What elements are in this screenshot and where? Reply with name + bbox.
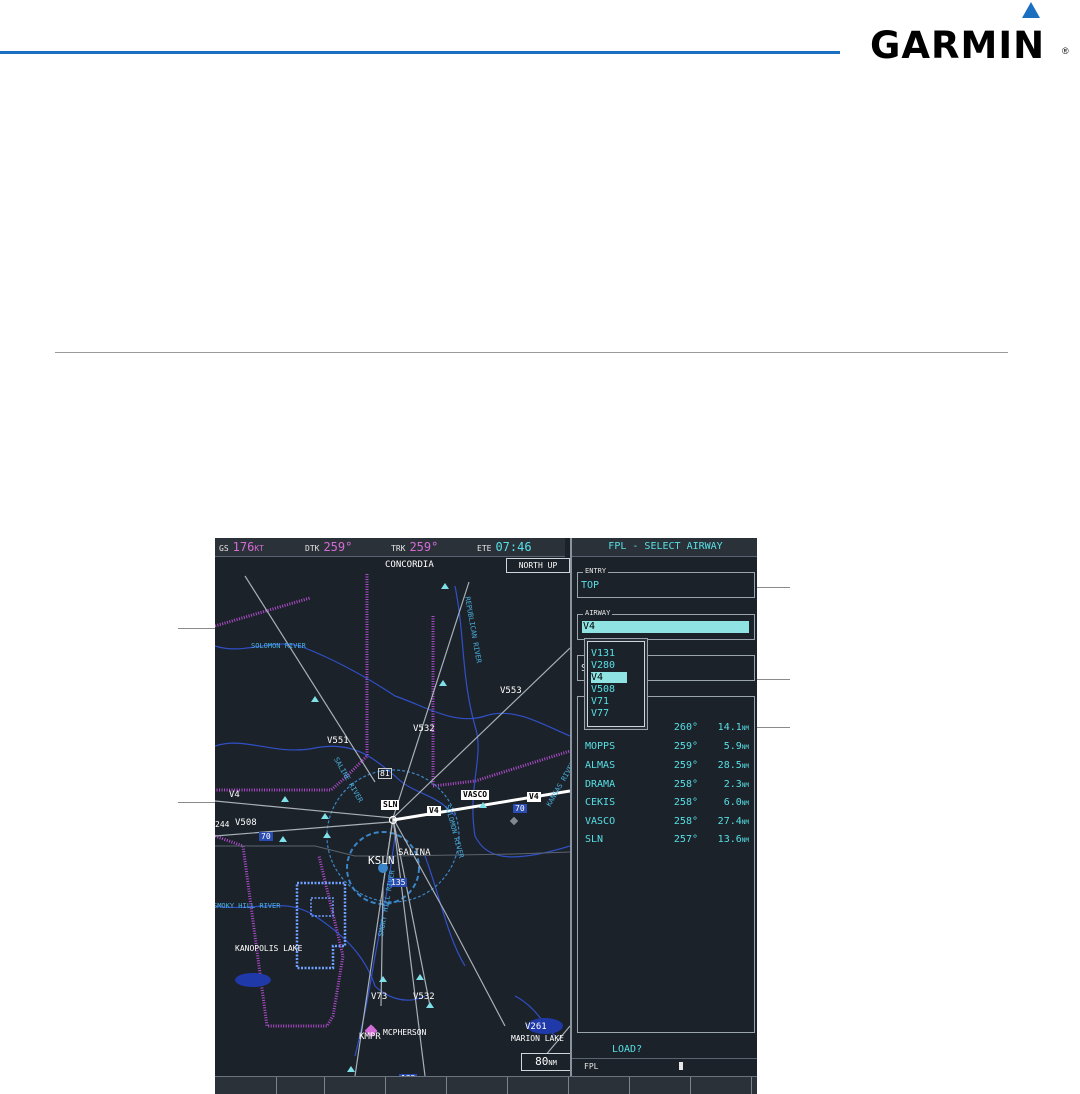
desired-track-field: DTK 259° (305, 540, 353, 554)
logo-triangle-icon (1022, 2, 1040, 18)
label-ksln: KSLN (368, 854, 395, 867)
desired-track-value: 259° (323, 540, 353, 554)
airway-option-selected[interactable]: V4 (591, 672, 627, 683)
softkey-8[interactable] (629, 1077, 691, 1094)
softkey-5[interactable] (446, 1077, 508, 1094)
waypoint-row-first[interactable]: 260° 14.1NM (585, 722, 755, 738)
label-sln: SLN (381, 800, 400, 810)
table-row[interactable]: MOPPS 259° 5.9NM (585, 741, 755, 757)
softkey-4[interactable] (385, 1077, 447, 1094)
map-graphics (215, 574, 570, 1076)
fpl-footer: FPL (572, 1058, 757, 1075)
ground-speed-field: GS 176KT (219, 540, 264, 554)
load-prompt[interactable]: LOAD? (612, 1044, 642, 1055)
label-244: 244 (215, 820, 230, 829)
label-v508: V508 (235, 818, 257, 828)
label-v532-top: V532 (413, 724, 435, 734)
navigation-map[interactable]: NORTH UP CONCORDIA V553 V551 V532 V4 244… (215, 556, 577, 1083)
airway-option[interactable]: V77 (591, 708, 627, 719)
ete-value: 07:46 (495, 540, 532, 554)
table-row[interactable]: CEKIS 258° 6.0NM (585, 797, 755, 813)
map-range-indicator[interactable]: 80NM (521, 1053, 571, 1071)
label-mcpherson: MCPHERSON (383, 1028, 427, 1037)
airway-lines (215, 575, 570, 1076)
label-vasco: VASCO (461, 790, 490, 800)
label-solomon-river: SOLOMON RIVER (251, 642, 306, 650)
label-smoky-hill-river-left: SMOKY HILL RIVER (215, 902, 281, 910)
mfd-screen: GS 176KT DTK 259° TRK 259° ETE 07:46 NOR… (215, 538, 757, 1094)
table-row[interactable]: VASCO 258° 27.4NM (585, 816, 755, 832)
label-kanopolis-lake: KANOPOLIS LAKE (235, 944, 303, 953)
label-salina: SALINA (398, 848, 431, 858)
header-rule (0, 51, 840, 54)
label-concordia: CONCORDIA (385, 560, 434, 570)
fpl-footer-label: FPL (584, 1062, 599, 1071)
table-row[interactable]: DRAMA 258° 2.3NM (585, 779, 755, 795)
brand-text: GARMIN (870, 24, 1046, 67)
map-orientation-label[interactable]: NORTH UP (506, 558, 570, 573)
label-v73: V73 (371, 992, 388, 1002)
entry-group: ENTRY TOP (577, 567, 755, 598)
softkey-2[interactable] (263, 1077, 325, 1094)
airway-field[interactable]: V4 (582, 621, 749, 633)
scroll-indicator (679, 1062, 683, 1070)
airway-option[interactable]: V508 (591, 684, 627, 695)
table-row[interactable]: SLN 257° 13.6NM (585, 834, 755, 850)
us-81-shield: 81 (378, 768, 392, 779)
registered-mark: ® (1062, 46, 1069, 56)
label-v532-bottom: V532 (413, 992, 435, 1002)
label-marion-lake: MARION LAKE (511, 1034, 564, 1043)
softkey-3[interactable] (324, 1077, 386, 1094)
airway-option[interactable]: V71 (591, 696, 627, 707)
interstate-70-shield-a: 70 (259, 832, 273, 841)
softkey-9[interactable] (690, 1077, 752, 1094)
table-row[interactable]: ALMAS 259° 28.5NM (585, 760, 755, 776)
track-field: TRK 259° (391, 540, 439, 554)
airway-option[interactable]: V131 (591, 648, 627, 659)
ground-speed-value: 176 (232, 540, 255, 554)
interstate-70-shield-b: 70 (513, 804, 527, 813)
select-airway-panel: FPL - SELECT AIRWAY ENTRY TOP AIRWAY V4 … (570, 538, 757, 1076)
garmin-logo: GARMIN ® (870, 2, 1070, 67)
track-value: 259° (409, 540, 439, 554)
softkey-6[interactable] (507, 1077, 569, 1094)
label-v261: V261 (525, 1022, 547, 1032)
panel-title: FPL - SELECT AIRWAY (572, 538, 757, 557)
label-v4-left: V4 (229, 790, 240, 800)
label-v553: V553 (500, 686, 522, 696)
entry-field[interactable]: TOP (581, 580, 599, 591)
label-v4-right: V4 (527, 792, 541, 802)
section-rule (55, 352, 1008, 353)
airway-group: AIRWAY V4 (577, 609, 755, 640)
softkey-7[interactable] (568, 1077, 630, 1094)
airway-option[interactable]: V280 (591, 660, 627, 671)
label-v4-mid: V4 (427, 806, 441, 816)
airway-dropdown[interactable]: V131 V280 V4 V508 V71 V77 (587, 641, 645, 727)
ete-field: ETE 07:46 (477, 540, 532, 554)
label-v551: V551 (327, 736, 349, 746)
softkey-bar (215, 1076, 757, 1094)
label-kmpr: KMPR (359, 1032, 381, 1042)
navigation-status-bar: GS 176KT DTK 259° TRK 259° ETE 07:46 (215, 538, 565, 557)
